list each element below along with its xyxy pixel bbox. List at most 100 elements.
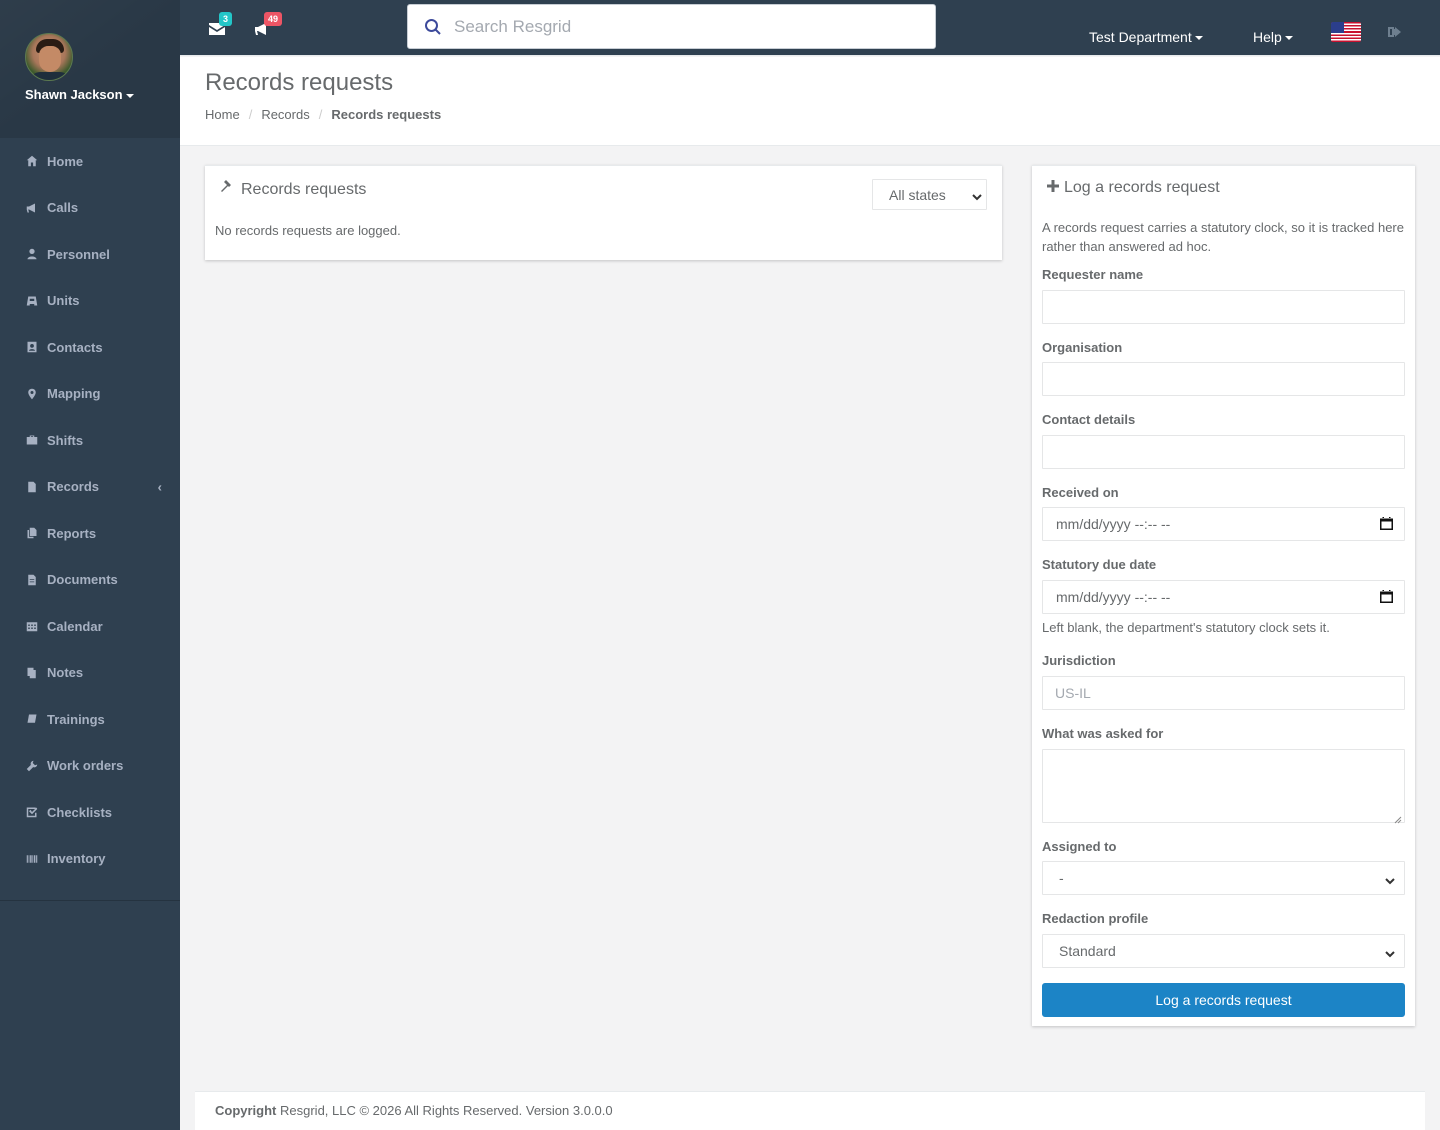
chevron-left-icon: ‹ — [157, 479, 162, 495]
redaction-profile-label: Redaction profile — [1042, 911, 1149, 926]
assigned-to-select[interactable]: - — [1042, 861, 1405, 895]
sidebar-item-inventory[interactable]: Inventory — [0, 836, 180, 883]
sidebar-filler — [0, 900, 180, 1130]
sidebar-item-label: Work orders — [47, 758, 124, 774]
messages-count-badge: 3 — [219, 12, 233, 26]
profile-menu[interactable]: Shawn Jackson — [25, 87, 134, 102]
sidebar-item-label: Contacts — [47, 339, 103, 355]
department-menu[interactable]: Test Department — [1089, 29, 1203, 45]
sidebar-item-calls[interactable]: Calls — [0, 185, 180, 232]
sidebar-item-shifts[interactable]: Shifts — [0, 417, 180, 464]
contact-details-label: Contact details — [1042, 412, 1136, 427]
form-title: Log a records request — [1047, 179, 1220, 197]
sidebar-item-label: Calendar — [47, 618, 103, 634]
footer: Copyright Resgrid, LLC © 2026 All Rights… — [195, 1091, 1425, 1130]
bullhorn-icon — [254, 23, 270, 39]
calendar-icon — [25, 619, 39, 633]
received-on-input[interactable] — [1042, 507, 1405, 541]
truck-icon — [25, 294, 39, 308]
briefcase-icon — [25, 433, 39, 447]
page-heading: Records requests Home / Records / Record… — [180, 57, 1440, 146]
book-icon — [25, 712, 39, 726]
sidebar-item-label: Records — [47, 479, 100, 495]
calls-button[interactable]: 49 — [254, 12, 283, 39]
sidebar-item-label: Calls — [47, 200, 79, 216]
statutory-due-date-input[interactable] — [1042, 580, 1405, 614]
logout-button[interactable] — [1388, 26, 1402, 38]
map-marker-icon — [25, 387, 39, 401]
help-label: Help — [1253, 29, 1282, 45]
due-date-help-text: Left blank, the department's statutory c… — [1042, 620, 1330, 635]
sidebar-item-label: Home — [47, 153, 84, 169]
assigned-to-label: Assigned to — [1042, 839, 1117, 854]
bullhorn-icon — [25, 201, 39, 215]
messages-button[interactable]: 3 — [209, 12, 233, 39]
breadcrumb: Home / Records / Records requests — [205, 107, 442, 122]
sidebar-item-label: Checklists — [47, 804, 113, 820]
sidebar-item-notes[interactable]: Notes — [0, 650, 180, 697]
sidebar-item-label: Units — [47, 293, 80, 309]
top-navbar: 3 49 Test Department Help — [180, 0, 1440, 56]
caret-down-icon — [1194, 36, 1203, 41]
sign-out-icon — [1388, 26, 1402, 41]
contact-details-input[interactable] — [1042, 435, 1405, 469]
organisation-input[interactable] — [1042, 362, 1405, 396]
state-filter-select[interactable]: All states — [872, 179, 987, 210]
search-box[interactable] — [407, 4, 936, 49]
footer-text: Resgrid, LLC © 2026 All Rights Reserved. — [276, 1103, 523, 1118]
sidebar-item-personnel[interactable]: Personnel — [0, 231, 180, 278]
department-label: Test Department — [1089, 29, 1192, 45]
breadcrumb-home[interactable]: Home — [205, 107, 240, 122]
sidebar-item-documents[interactable]: Documents — [0, 557, 180, 604]
profile-name: Shawn Jackson — [25, 87, 123, 102]
log-request-form: Log a records request A records request … — [1032, 165, 1415, 1026]
requester-name-input[interactable] — [1042, 290, 1405, 324]
sidebar-item-home[interactable]: Home — [0, 138, 180, 185]
avatar[interactable] — [25, 33, 73, 81]
sidebar-item-calendar[interactable]: Calendar — [0, 603, 180, 650]
redaction-profile-select[interactable]: Standard — [1042, 934, 1405, 968]
sidebar-item-label: Inventory — [47, 851, 106, 867]
profile-header: Shawn Jackson — [0, 0, 180, 138]
page-title: Records requests — [205, 69, 394, 96]
caret-down-icon — [1284, 36, 1293, 41]
sidebar-item-checklists[interactable]: Checklists — [0, 789, 180, 836]
help-menu[interactable]: Help — [1253, 29, 1293, 45]
home-icon — [25, 154, 39, 168]
footer-copyright-label: Copyright — [215, 1103, 277, 1118]
sidebar-item-label: Trainings — [47, 711, 105, 727]
breadcrumb-current: Records requests — [331, 107, 442, 122]
what-was-asked-for-label: What was asked for — [1042, 726, 1164, 741]
plus-icon — [1047, 179, 1064, 197]
us-flag-icon[interactable] — [1331, 22, 1361, 42]
calls-count-badge: 49 — [264, 12, 283, 26]
contact-card-icon — [25, 340, 39, 354]
sidebar-item-units[interactable]: Units — [0, 278, 180, 325]
gavel-icon — [220, 179, 241, 200]
sidebar-item-trainings[interactable]: Trainings — [0, 696, 180, 743]
sidebar-item-contacts[interactable]: Contacts — [0, 324, 180, 371]
sidebar-item-records[interactable]: Records ‹ — [0, 464, 180, 511]
jurisdiction-label: Jurisdiction — [1042, 653, 1116, 668]
received-on-label: Received on — [1042, 485, 1119, 500]
records-requests-panel: Records requests All states No records r… — [205, 165, 1002, 260]
what-was-asked-for-textarea[interactable] — [1042, 749, 1405, 823]
barcode-icon — [25, 852, 39, 866]
search-input[interactable] — [454, 16, 894, 37]
sidebar-item-work-orders[interactable]: Work orders — [0, 743, 180, 790]
copy-icon — [25, 526, 39, 540]
sidebar-nav: Home Calls Personnel Units Contacts Mapp… — [0, 138, 180, 882]
check-square-icon — [25, 805, 39, 819]
sidebar-item-label: Personnel — [47, 246, 110, 262]
sidebar-item-label: Shifts — [47, 432, 84, 448]
user-icon — [25, 247, 39, 261]
sidebar: Shawn Jackson Home Calls Personnel Units… — [0, 0, 180, 900]
statutory-due-date-label: Statutory due date — [1042, 557, 1157, 572]
breadcrumb-records[interactable]: Records — [261, 107, 309, 122]
envelope-icon — [209, 23, 225, 39]
sidebar-item-label: Mapping — [47, 386, 101, 402]
sidebar-item-mapping[interactable]: Mapping — [0, 371, 180, 418]
sidebar-item-reports[interactable]: Reports — [0, 510, 180, 557]
jurisdiction-input[interactable] — [1042, 676, 1405, 710]
log-records-request-button[interactable]: Log a records request — [1042, 983, 1405, 1017]
